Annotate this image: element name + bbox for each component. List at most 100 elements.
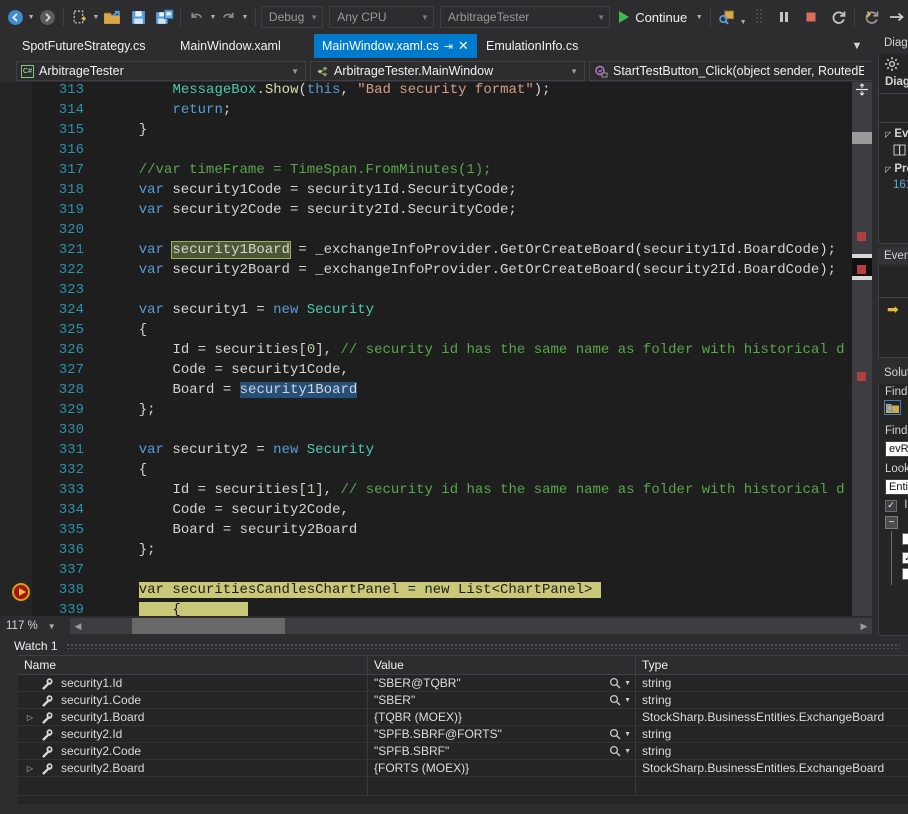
filter-checkbox-2[interactable]: ✓	[896, 550, 908, 567]
chevron-down-icon[interactable]: ▼	[846, 34, 868, 58]
look-in-input[interactable]: Enti	[885, 479, 908, 495]
editor-horizontal-scrollbar[interactable]	[86, 618, 856, 634]
watch-row[interactable]: security1.Code "SBER" ▼ string	[18, 691, 908, 709]
code-line[interactable]: var security2 = new Security	[0, 442, 872, 462]
minus-box-icon[interactable]: −	[885, 515, 898, 529]
navbar-member-combo[interactable]: StartTestButton_Click(object sender, Rou…	[589, 61, 887, 81]
code-line[interactable]: };	[0, 402, 872, 422]
save-all-icon[interactable]	[153, 5, 175, 29]
save-icon[interactable]	[127, 5, 149, 29]
watch-value-cell[interactable]: "SBER" ▼	[368, 691, 636, 709]
code-line[interactable]: var security1Code = security1Id.Security…	[0, 182, 872, 202]
magnifier-view-icon[interactable]: ▼	[609, 745, 635, 757]
solution-configuration-combo[interactable]: Debug ▼	[260, 6, 324, 28]
restart-icon[interactable]	[827, 5, 849, 29]
magnifier-view-icon[interactable]: ▼	[609, 728, 635, 740]
split-view-handle[interactable]	[852, 82, 872, 97]
watch-name-cell[interactable]: security2.Code	[18, 742, 368, 760]
magnifier-view-icon[interactable]: ▼	[609, 677, 635, 689]
find-what-input[interactable]: evR	[885, 441, 908, 457]
watch-value-cell[interactable]: "SPFB.SBRF" ▼	[368, 742, 636, 760]
column-header-type[interactable]: Type	[636, 656, 908, 674]
scroll-right-arrow[interactable]: ▶	[856, 618, 872, 634]
startup-project-combo[interactable]: ArbitrageTester ▼	[439, 6, 611, 28]
navigate-forward-button[interactable]	[36, 5, 58, 29]
column-header-name[interactable]: Name	[18, 656, 368, 674]
code-line[interactable]: {	[0, 602, 872, 616]
tab-spotfuturestrategy[interactable]: SpotFutureStrategy.cs	[14, 34, 154, 58]
watch-row[interactable]: ▷ security1.Board {TQBR (MOEX)} StockSharp.…	[18, 708, 908, 726]
navbar-type-combo[interactable]: ArbitrageTester.MainWindow ▼	[310, 61, 585, 81]
code-line[interactable]: {	[0, 462, 872, 482]
watch-name-cell[interactable]: ▷ security2.Board	[18, 759, 368, 777]
checkbox-icon-3[interactable]	[902, 568, 908, 580]
zoom-level-combo[interactable]: 117 % ▼	[0, 616, 70, 636]
watch-name-cell[interactable]: ▷ security1.Board	[18, 708, 368, 726]
code-editor[interactable]: 313 MessageBox.Show(this, "Bad security f…	[0, 82, 872, 616]
navigate-backward-button[interactable]	[4, 5, 26, 29]
magnifier-view-icon[interactable]: ▼	[609, 694, 635, 706]
step-into-icon[interactable]	[886, 5, 908, 29]
editor-vertical-scrollbar[interactable]	[852, 82, 872, 616]
code-line[interactable]: Code = security2Code,	[0, 502, 872, 522]
watch-name-cell[interactable]: security1.Id	[18, 674, 368, 692]
watch-row[interactable]: security1.Id "SBER@TQBR" ▼ string	[18, 674, 908, 692]
code-line[interactable]: var securitiesCandlesChartPanel = new Li…	[0, 582, 872, 602]
triangle-right-icon[interactable]: ▷	[24, 713, 36, 722]
checkbox-icon-1[interactable]	[902, 532, 908, 545]
code-text-area[interactable]: 313 MessageBox.Show(this, "Bad security f…	[0, 82, 872, 616]
tab-events-list[interactable]: Even	[878, 248, 908, 264]
code-line[interactable]	[0, 222, 872, 242]
attach-dropdown[interactable]: ▼	[738, 5, 748, 29]
watch-name-cell[interactable]: security1.Code	[18, 691, 368, 709]
redo-icon[interactable]	[218, 5, 240, 29]
code-line[interactable]: Id = securities[0], // security id has t…	[0, 342, 872, 362]
code-line[interactable]: var security1Board = _exchangeInfoProvid…	[0, 241, 872, 262]
code-line[interactable]: return;	[0, 102, 872, 122]
watch-row[interactable]: ▷ security2.Board {FORTS (MOEX)} StockSharp…	[18, 759, 908, 777]
code-line[interactable]	[0, 562, 872, 582]
tab-diagnostic-tools[interactable]: Diagn	[878, 34, 908, 54]
undo-dropdown[interactable]: ▼	[208, 5, 218, 29]
code-line[interactable]: Board = security1Board	[0, 382, 872, 402]
code-line[interactable]: Code = security1Code,	[0, 362, 872, 382]
code-line[interactable]	[0, 142, 872, 162]
scrollbar-thumb[interactable]	[132, 618, 285, 634]
code-line[interactable]: //var timeFrame = TimeSpan.FromMinutes(1…	[0, 162, 872, 182]
undo-icon[interactable]	[186, 5, 208, 29]
scroll-left-arrow[interactable]: ◀	[70, 618, 86, 634]
watch-value-cell[interactable]: {FORTS (MOEX)}	[368, 759, 636, 777]
triangle-right-icon[interactable]: ▷	[24, 764, 36, 773]
open-folder-icon[interactable]	[101, 5, 123, 29]
watch-value-cell[interactable]: {TQBR (MOEX)}	[368, 708, 636, 726]
close-tab-icon[interactable]: ✕	[458, 38, 469, 54]
break-all-icon[interactable]	[773, 5, 795, 29]
checkbox-icon[interactable]: ✓	[885, 499, 897, 512]
filter-group-toggle[interactable]: −	[879, 514, 908, 531]
redo-dropdown[interactable]: ▼	[240, 5, 250, 29]
filter-checkbox-3[interactable]	[896, 566, 908, 585]
watch-name-cell-empty[interactable]	[18, 776, 368, 796]
tab-emulationinfo-cs[interactable]: EmulationInfo.cs	[478, 34, 587, 58]
continue-dropdown[interactable]: ▼	[693, 5, 705, 29]
tab-solution-explorer[interactable]: Soluti	[878, 364, 908, 384]
tab-mainwindow-xaml-cs[interactable]: MainWindow.xaml.cs ⇥ ✕	[314, 34, 477, 58]
checkbox-icon-2[interactable]: ✓	[902, 552, 908, 564]
code-line[interactable]	[0, 282, 872, 302]
find-in-files-icon[interactable]	[884, 400, 901, 415]
navigate-backward-dropdown[interactable]: ▼	[26, 5, 36, 29]
include-subfolders-row[interactable]: ✓ I	[879, 497, 908, 514]
watch-name-cell[interactable]: security2.Id	[18, 725, 368, 743]
triangle-collapse-icon[interactable]: ◸	[885, 130, 891, 139]
new-item-icon[interactable]	[69, 5, 91, 29]
pin-tab-icon[interactable]: ⇥	[444, 40, 453, 53]
navbar-project-combo[interactable]: C# ArbitrageTester ▼	[16, 61, 306, 81]
watch-grid[interactable]: Name Value Type security1.Id "SBER@TQBR" ▼…	[18, 655, 908, 805]
code-line[interactable]: {	[0, 322, 872, 342]
code-line[interactable]: var security2Code = security2Id.Security…	[0, 202, 872, 222]
code-line[interactable]: MessageBox.Show(this, "Bad security form…	[0, 82, 872, 102]
watch-value-cell[interactable]: "SPFB.SBRF@FORTS" ▼	[368, 725, 636, 743]
code-line[interactable]	[0, 422, 872, 442]
code-line[interactable]: }	[0, 122, 872, 142]
hot-reload-icon[interactable]	[860, 5, 882, 29]
